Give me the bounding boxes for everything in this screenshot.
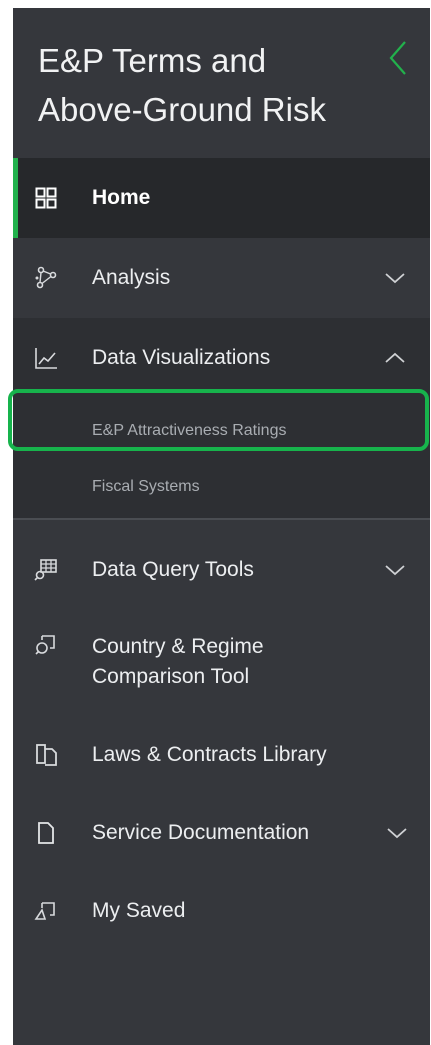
subnav-label-fiscal-systems: Fiscal Systems — [92, 478, 200, 495]
active-indicator — [13, 158, 18, 238]
collapse-sidebar-button[interactable] — [381, 38, 415, 78]
nav-item-home[interactable]: Home — [13, 158, 430, 238]
chevron-left-icon — [388, 40, 408, 76]
nav-item-service-documentation[interactable]: Service Documentation — [13, 794, 430, 872]
grid-icon — [34, 186, 58, 210]
subnav-label-ep-attractiveness-ratings: E&P Attractiveness Ratings — [92, 422, 287, 439]
document-icon — [34, 821, 58, 845]
network-icon — [34, 266, 58, 290]
nav-item-laws-contracts-library[interactable]: Laws & Contracts Library — [13, 716, 430, 794]
sidebar-header: E&P Terms and Above-Ground Risk — [13, 8, 430, 158]
nav-label-service-documentation: Service Documentation — [92, 821, 310, 844]
nav-item-data-query-tools[interactable]: Data Query Tools — [13, 520, 430, 620]
sidebar: E&P Terms and Above-Ground Risk Home Ana… — [13, 8, 430, 1045]
nav-label-analysis: Analysis — [92, 266, 171, 289]
table-tool-icon — [34, 558, 58, 582]
chevron-up-icon[interactable] — [383, 346, 407, 370]
nav-item-analysis[interactable]: Analysis — [13, 238, 430, 318]
chevron-down-icon[interactable] — [385, 821, 409, 845]
nav-label-home: Home — [92, 186, 151, 209]
nav-label-my-saved: My Saved — [92, 899, 186, 922]
line-chart-icon — [34, 346, 58, 370]
nav-label-country-regime-comparison: Country & Regime Comparison Tool — [92, 632, 264, 692]
nav-label-data-visualizations: Data Visualizations — [92, 346, 271, 369]
chevron-down-icon[interactable] — [383, 266, 407, 290]
subnav-item-fiscal-systems[interactable]: Fiscal Systems — [13, 462, 430, 518]
nav-item-country-regime-comparison[interactable]: Country & Regime Comparison Tool — [13, 620, 430, 716]
nav-item-my-saved[interactable]: My Saved — [13, 872, 430, 950]
data-visualizations-group: Data Visualizations E&P Attractiveness R… — [13, 318, 430, 518]
subnav-item-ep-attractiveness-ratings[interactable]: E&P Attractiveness Ratings — [13, 404, 430, 462]
app-title: E&P Terms and Above-Ground Risk — [38, 42, 326, 128]
saved-icon — [34, 899, 58, 923]
nav-label-line1: Country & Regime — [92, 635, 264, 658]
nav-label-data-query-tools: Data Query Tools — [92, 558, 254, 581]
nav-item-data-visualizations[interactable]: Data Visualizations — [13, 318, 430, 398]
chevron-down-icon[interactable] — [383, 558, 407, 582]
nav-label-laws-contracts-library: Laws & Contracts Library — [92, 743, 327, 766]
nav-label-line2: Comparison Tool — [92, 665, 250, 688]
library-icon — [34, 743, 58, 767]
compare-icon — [34, 632, 58, 656]
